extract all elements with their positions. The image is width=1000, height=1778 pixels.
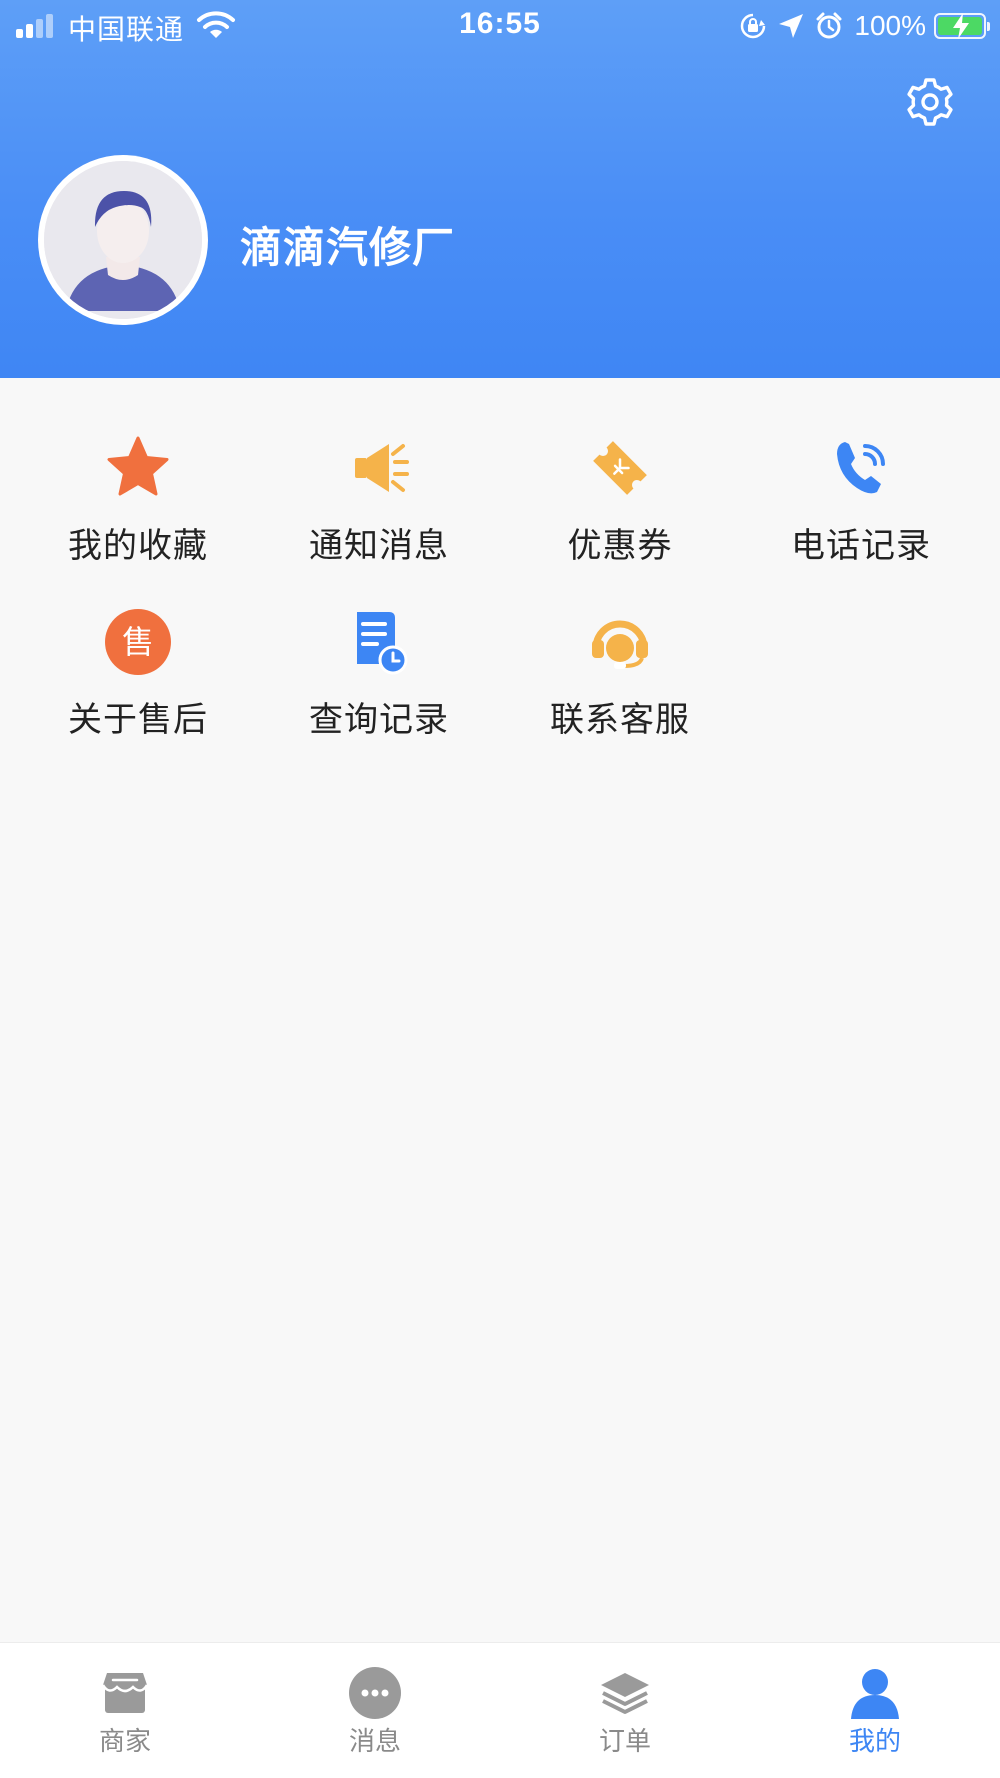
- menu-item-after-sales[interactable]: 售 关于售后: [18, 606, 258, 756]
- location-arrow-icon: [779, 14, 804, 38]
- menu-item-label: 通知消息: [309, 526, 449, 566]
- status-bar: 中国联通 16:55 100%: [0, 0, 1000, 52]
- headset-icon: [592, 620, 648, 669]
- store-name: 滴滴汽修厂: [240, 223, 456, 272]
- person-icon: [851, 1669, 899, 1719]
- profile-screen: 中国联通 16:55 100% 滴滴汽修厂 我的收藏 通知消息 优惠券 电话记录…: [0, 0, 1000, 1778]
- tab-orders[interactable]: 订单: [500, 1665, 750, 1758]
- menu-item-notifications[interactable]: 通知消息: [259, 432, 499, 582]
- layers-icon: [601, 1673, 649, 1714]
- tab-label: 商家: [98, 1727, 151, 1757]
- menu-item-favorites[interactable]: 我的收藏: [18, 432, 258, 582]
- phone-icon: [837, 442, 885, 494]
- menu-item-label: 电话记录: [791, 526, 931, 566]
- rotation-lock-icon: [741, 13, 766, 39]
- after-sales-icon: 售: [105, 609, 171, 675]
- menu-item-label: 联系客服: [550, 700, 690, 740]
- megaphone-icon: [355, 444, 409, 492]
- battery-icon: [934, 13, 990, 39]
- tab-label: 消息: [348, 1727, 401, 1757]
- query-record-icon: [357, 612, 408, 675]
- star-icon: [107, 436, 169, 496]
- tab-label: 我的: [848, 1727, 901, 1757]
- bottom-tab-bar: 商家 消息 订单 我的: [0, 1642, 1000, 1778]
- message-icon: [349, 1667, 401, 1719]
- menu-item-coupons[interactable]: 优惠券: [500, 432, 740, 582]
- menu-item-customer-service[interactable]: 联系客服: [500, 606, 740, 756]
- tab-messages[interactable]: 消息: [250, 1665, 500, 1758]
- tab-mine[interactable]: 我的: [750, 1665, 1000, 1758]
- tab-label: 订单: [598, 1727, 651, 1757]
- settings-gear-icon[interactable]: [904, 76, 956, 128]
- profile-header: 中国联通 16:55 100% 滴滴汽修厂: [0, 0, 1000, 378]
- menu-item-query-records[interactable]: 查询记录: [259, 606, 499, 756]
- battery-percent: 100%: [854, 10, 926, 41]
- svg-text:售: 售: [122, 623, 154, 661]
- avatar[interactable]: [38, 155, 208, 325]
- menu-item-label: 关于售后: [68, 700, 208, 740]
- coupon-icon: [593, 441, 647, 495]
- user-avatar-icon: [44, 161, 202, 319]
- alarm-icon: [816, 12, 842, 39]
- menu-item-label: 我的收藏: [68, 526, 208, 566]
- store-icon: [101, 1673, 149, 1713]
- menu-item-label: 查询记录: [309, 700, 449, 740]
- menu-item-label: 优惠券: [567, 526, 673, 566]
- status-indicators: 100%: [738, 8, 990, 44]
- menu-item-call-records[interactable]: 电话记录: [741, 432, 981, 582]
- tab-merchant[interactable]: 商家: [0, 1665, 250, 1758]
